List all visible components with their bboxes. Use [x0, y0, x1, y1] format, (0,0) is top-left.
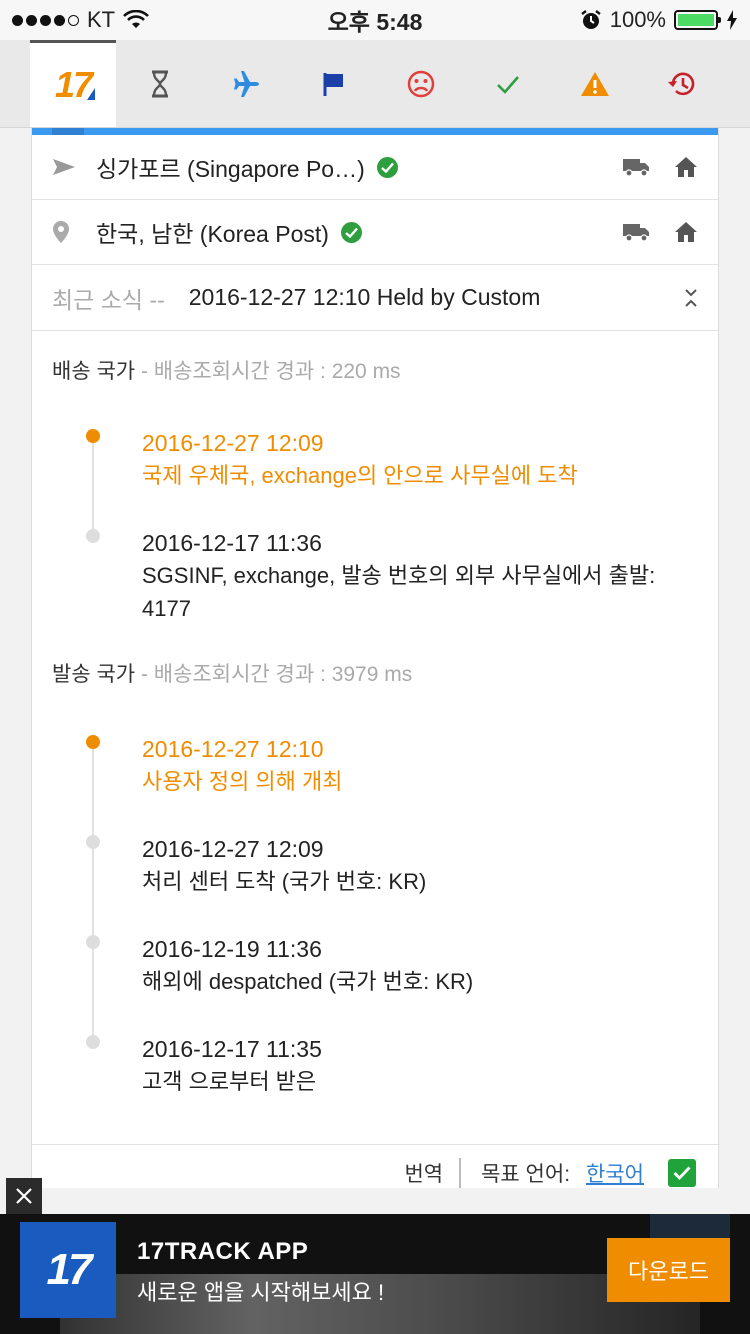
verified-check-icon — [340, 221, 362, 243]
translate-row: 번역 목표 언어: 한국어 — [32, 1144, 720, 1188]
carrier-name-origin: 싱가포르 (Singapore Po…) — [96, 156, 365, 182]
latest-status-row[interactable]: 최근 소식 -- 2016-12-27 12:10 Held by Custom — [32, 265, 718, 331]
battery-icon — [674, 10, 721, 30]
warning-icon — [580, 71, 609, 96]
latest-label: 최근 소식 -- — [52, 286, 165, 313]
latest-text: 2016-12-27 12:10 Held by Custom — [188, 284, 541, 310]
check-icon — [496, 75, 519, 94]
destination-section-header: 배송 국가 - 배송조회시간 경과 : 220 ms — [32, 331, 718, 386]
battery-percent: 100% — [609, 7, 666, 32]
truck-icon[interactable] — [622, 157, 650, 177]
tab-alert[interactable] — [551, 40, 638, 127]
ad-title: 17TRACK APP — [137, 1238, 309, 1265]
timeline-event: 2016-12-27 12:09 처리 센터 도착 (국가 번호: KR) — [86, 833, 718, 933]
check-icon — [673, 1166, 691, 1180]
tracking-card: 싱가포르 (Singapore Po…) 한국, 남한 (Korea Post)… — [31, 128, 720, 1188]
card-top-bar — [32, 128, 718, 135]
tab-pickup[interactable] — [290, 40, 377, 127]
origin-timeline: 2016-12-27 12:10 사용자 정의 의해 개최 2016-12-27… — [32, 691, 718, 1098]
signal-icon — [12, 14, 79, 26]
home-icon[interactable] — [674, 221, 698, 243]
timeline-event: 2016-12-19 11:36 해외에 despatched (국가 번호: … — [86, 933, 718, 1033]
truck-icon[interactable] — [622, 222, 650, 242]
timeline-marker — [86, 835, 100, 849]
hourglass-icon — [151, 70, 168, 97]
timeline-event: 2016-12-27 12:10 사용자 정의 의해 개최 — [86, 733, 718, 833]
send-icon — [53, 159, 75, 175]
target-language-link[interactable]: 한국어 — [586, 1158, 644, 1188]
alarm-icon — [580, 10, 601, 29]
filter-tabbar: 17 — [0, 40, 750, 128]
sad-face-icon — [407, 70, 434, 97]
translate-checkbox[interactable] — [668, 1158, 696, 1187]
location-pin-icon — [53, 221, 69, 243]
app-ad-banner[interactable]: 17 17TRACK APP 새로운 앱을 시작해보세요 ! 다운로드 — [0, 1214, 750, 1334]
status-right: 100% — [488, 7, 738, 33]
timeline-event: 2016-12-17 11:36 SGSINF, exchange, 발송 번호… — [86, 527, 702, 625]
charging-icon — [727, 10, 737, 30]
target-language-label: 목표 언어: — [481, 1162, 571, 1186]
tab-undelivered[interactable] — [377, 40, 464, 127]
ad-app-logo: 17 — [20, 1222, 116, 1318]
timeline-marker — [86, 529, 100, 543]
timeline-marker — [86, 429, 100, 443]
origin-section-header: 발송 국가 - 배송조회시간 경과 : 3979 ms — [32, 636, 718, 691]
timeline-marker — [86, 735, 100, 749]
status-bar: KT 오후 5:48 100% — [0, 0, 750, 40]
timeline-event: 2016-12-17 11:35 고객 으로부터 받은 — [86, 1033, 718, 1098]
origin-title: 발송 국가 — [52, 663, 136, 686]
verified-check-icon — [376, 156, 398, 178]
tab-all[interactable]: 17 — [30, 40, 116, 127]
collapse-icon[interactable] — [684, 288, 698, 308]
close-icon — [16, 1188, 32, 1204]
download-button[interactable]: 다운로드 — [607, 1238, 730, 1302]
airplane-icon — [233, 70, 259, 97]
carrier-row-destination[interactable]: 한국, 남한 (Korea Post) — [32, 200, 718, 265]
wifi-icon — [123, 10, 150, 28]
destination-timeline: 2016-12-27 12:09 국제 우체국, exchange의 안으로 사… — [32, 386, 718, 636]
flag-icon — [323, 72, 343, 96]
destination-title: 배송 국가 — [52, 360, 136, 383]
timeline-marker — [86, 935, 100, 949]
ad-subtitle: 새로운 앱을 시작해보세요 ! — [137, 1280, 385, 1305]
status-time: 오후 5:48 — [327, 9, 423, 35]
carrier-row-origin[interactable]: 싱가포르 (Singapore Po…) — [32, 135, 718, 200]
tab-in-transit[interactable] — [203, 40, 290, 127]
tab-delivered[interactable] — [464, 40, 551, 127]
tab-pending[interactable] — [116, 40, 203, 127]
tab-expired[interactable] — [638, 40, 725, 127]
status-left: KT — [12, 7, 262, 33]
17track-logo: 17 — [54, 64, 96, 105]
timeline-marker — [86, 1035, 100, 1049]
translate-button[interactable]: 번역 — [404, 1157, 462, 1188]
carrier-name-destination: 한국, 남한 (Korea Post) — [96, 221, 329, 247]
history-icon — [667, 72, 694, 95]
home-icon[interactable] — [674, 156, 698, 178]
close-ad-button[interactable] — [6, 1178, 42, 1214]
timeline-event: 2016-12-27 12:09 국제 우체국, exchange의 안으로 사… — [86, 427, 718, 527]
origin-meta: - 배송조회시간 경과 : 3979 ms — [140, 663, 413, 686]
destination-meta: - 배송조회시간 경과 : 220 ms — [140, 360, 401, 383]
carrier-name: KT — [87, 7, 116, 32]
